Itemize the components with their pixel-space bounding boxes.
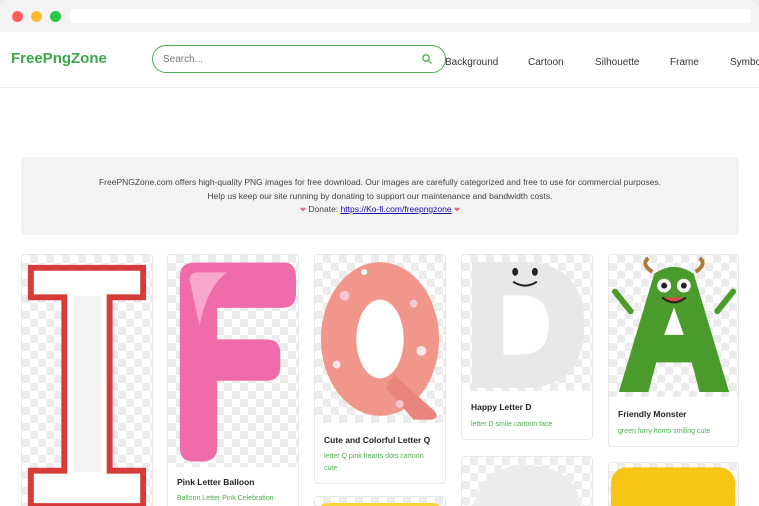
heart-icon: ❤ — [300, 207, 307, 214]
nav-frame[interactable]: Frame — [670, 57, 699, 68]
minimize-window-button[interactable] — [31, 11, 42, 22]
card-thumbnail[interactable] — [462, 255, 592, 391]
address-bar[interactable] — [70, 9, 751, 23]
card-title[interactable]: Happy Letter D — [471, 402, 531, 412]
close-window-button[interactable] — [12, 11, 23, 22]
card-thumbnail[interactable] — [315, 255, 445, 423]
banner-donate-line: ❤ Donate: https://Ko-fi.com/freepngzone … — [21, 204, 739, 214]
card-thumbnail[interactable] — [609, 463, 738, 506]
card-thumbnail[interactable] — [609, 255, 738, 397]
card-thumbnail[interactable] — [462, 457, 592, 506]
image-card[interactable]: Happy Letter D letter D smile cartoon fa… — [461, 254, 593, 440]
image-card[interactable] — [608, 462, 739, 506]
card-tags[interactable]: Balloon Letter Pink Celebration — [177, 493, 290, 505]
donation-banner: FreePNGZone.com offers high-quality PNG … — [21, 157, 739, 235]
donate-label: Donate: — [308, 204, 339, 214]
card-tags[interactable]: letter Q pink hearts dots cartoon cute — [324, 451, 437, 475]
card-tags[interactable]: green furry horns smiling cute — [618, 426, 730, 438]
card-thumbnail[interactable] — [168, 255, 298, 467]
nav-cartoon[interactable]: Cartoon — [528, 57, 564, 68]
banner-text-2: Help us keep our site running by donatin… — [207, 191, 553, 201]
image-card[interactable] — [461, 456, 593, 506]
white-letter-image — [472, 465, 581, 506]
search-icon[interactable] — [421, 53, 433, 65]
card-tags[interactable]: letter D smile cartoon face — [471, 419, 584, 431]
browser-window: FreePngZone Background Cartoon Silhouett… — [0, 0, 759, 506]
heart-icon: ❤ — [453, 207, 460, 214]
image-card[interactable]: Cute and Colorful Letter Q letter Q pink… — [314, 254, 446, 484]
image-card[interactable]: Pink Letter Balloon Balloon Letter Pink … — [167, 254, 299, 506]
letter-q-image — [320, 262, 440, 420]
maximize-window-button[interactable] — [50, 11, 61, 22]
nav-silhouette[interactable]: Silhouette — [595, 57, 639, 68]
site-header: FreePngZone Background Cartoon Silhouett… — [0, 32, 759, 88]
nav-symbol[interactable]: Symbo — [730, 57, 759, 68]
site-logo[interactable]: FreePngZone — [11, 50, 107, 67]
letter-i-image — [27, 264, 147, 506]
card-title[interactable]: Friendly Monster — [618, 409, 686, 419]
card-title[interactable]: Pink Letter Balloon — [177, 477, 254, 487]
yellow-letter-image — [320, 503, 440, 506]
card-title[interactable]: Cute and Colorful Letter Q — [324, 435, 430, 445]
nav-background[interactable]: Background — [445, 57, 498, 68]
image-card[interactable] — [21, 254, 153, 506]
search-input[interactable] — [163, 51, 413, 67]
image-card[interactable]: Friendly Monster green furry horns smili… — [608, 254, 739, 447]
card-thumbnail[interactable] — [315, 497, 445, 506]
card-thumbnail[interactable] — [22, 255, 152, 506]
letter-f-image — [179, 262, 297, 462]
image-card[interactable] — [314, 496, 446, 506]
banner-text-1: FreePNGZone.com offers high-quality PNG … — [98, 177, 662, 187]
search-box[interactable] — [152, 45, 446, 73]
yellow-letter-image — [610, 467, 736, 506]
letter-d-image — [471, 261, 585, 388]
donate-link[interactable]: https://Ko-fi.com/freepngzone — [341, 204, 452, 214]
title-bar — [0, 0, 759, 32]
monster-letter-a-image — [611, 256, 737, 392]
